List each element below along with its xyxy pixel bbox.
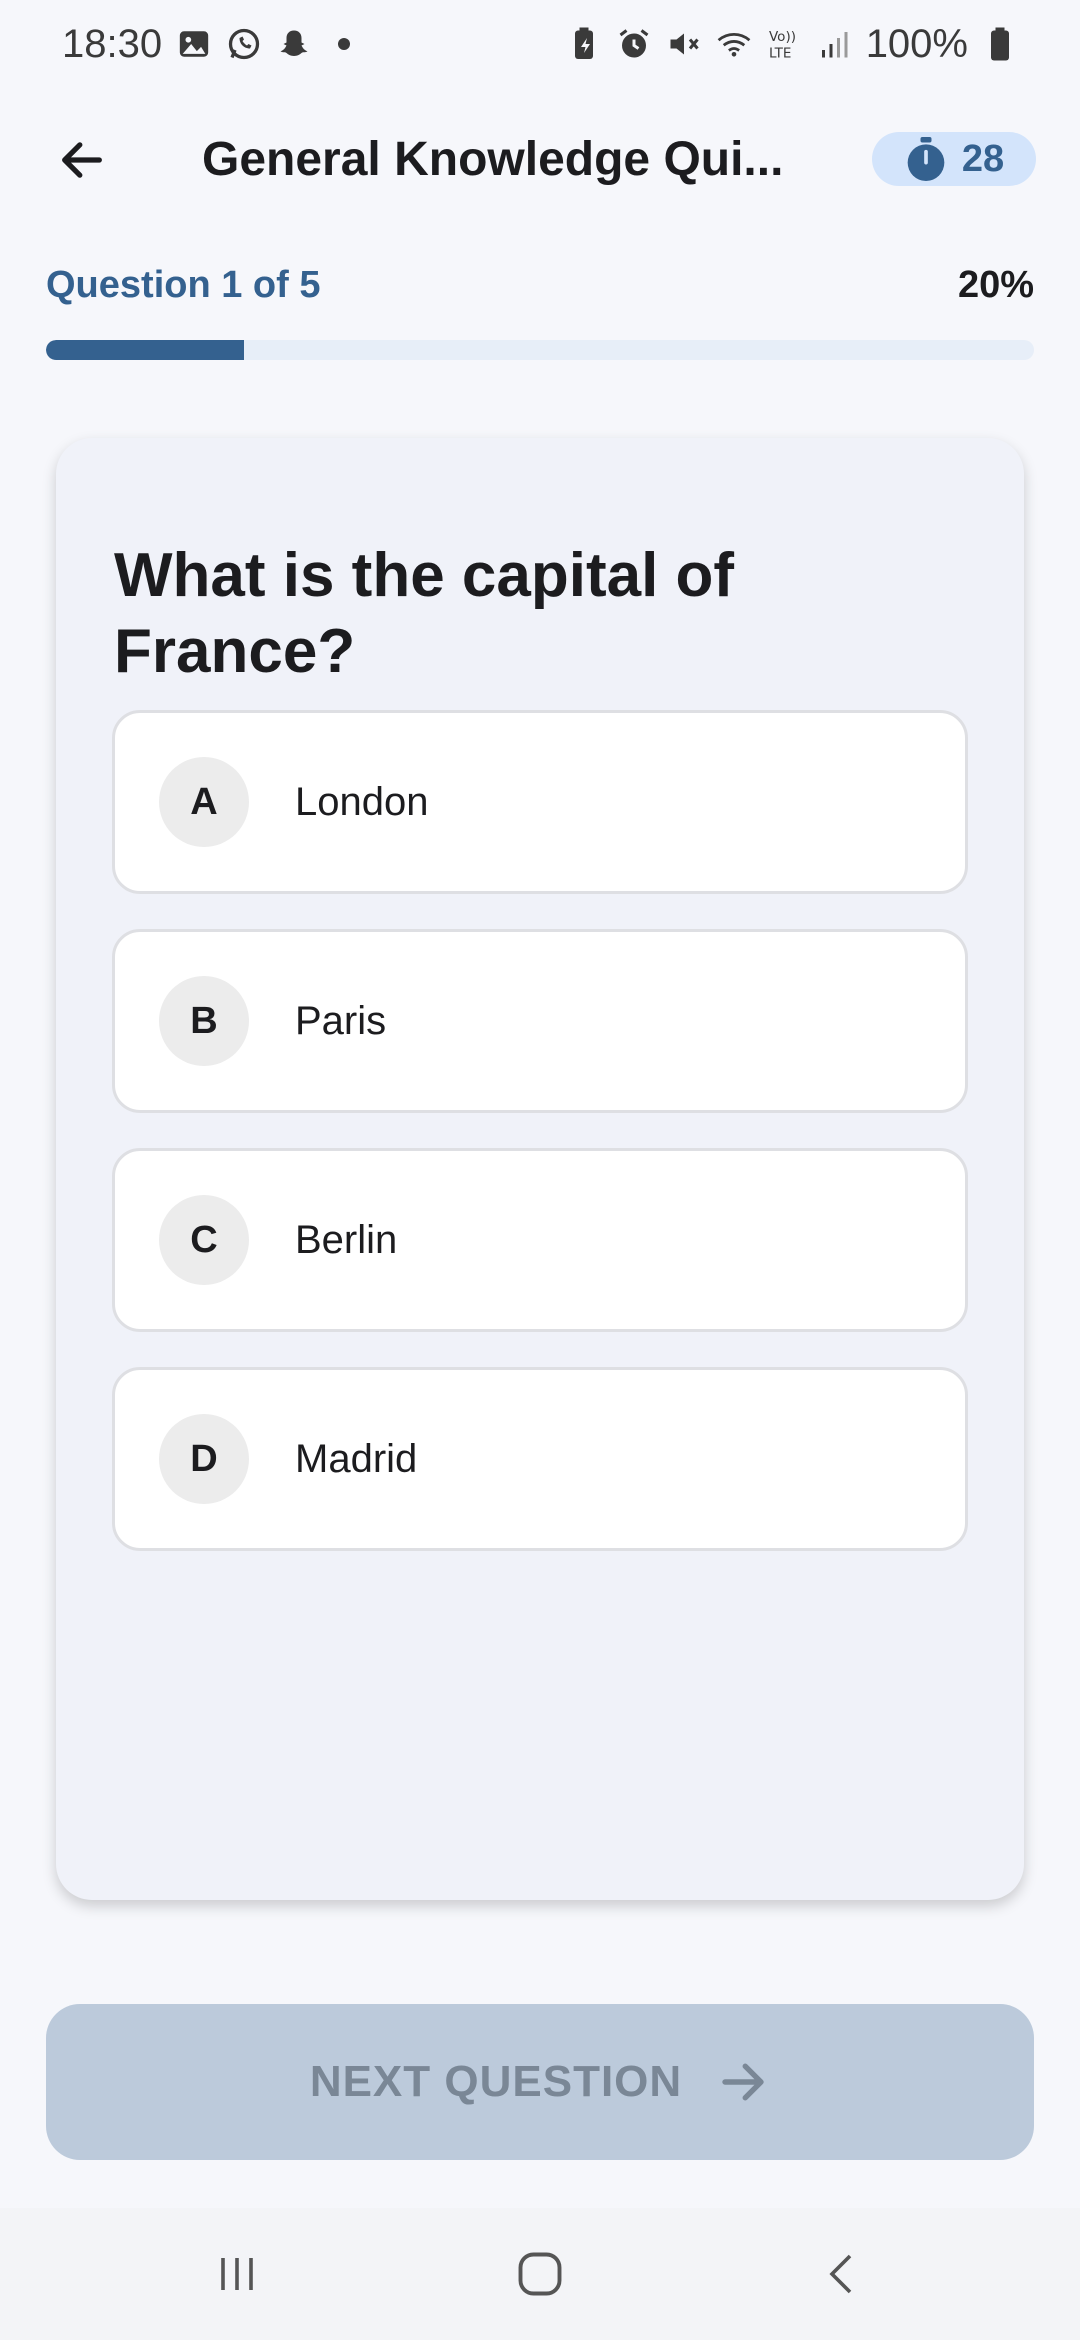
home-button[interactable] <box>510 2244 570 2304</box>
arrow-right-icon <box>722 2063 764 2101</box>
progress-bar <box>46 340 1034 360</box>
mute-icon <box>666 26 702 62</box>
answer-options: A London B Paris C Berlin D Madrid <box>112 710 968 1586</box>
timer-value: 28 <box>961 137 1005 180</box>
question-progress-label: Question 1 of 5 <box>46 264 321 306</box>
notification-dot <box>338 38 351 50</box>
wifi-icon <box>716 26 752 62</box>
system-back-button[interactable] <box>812 2244 872 2304</box>
option-text: London <box>295 779 429 824</box>
timer-badge: 28 <box>872 132 1036 186</box>
home-icon <box>518 2252 562 2296</box>
arrow-left-icon <box>62 142 102 178</box>
svg-text:LTE: LTE <box>769 46 791 62</box>
back-icon <box>829 2254 852 2294</box>
option-text: Paris <box>295 998 387 1043</box>
answer-option-b[interactable]: B Paris <box>112 929 968 1113</box>
answer-option-c[interactable]: C Berlin <box>112 1148 968 1332</box>
status-left: 18:30 <box>62 21 351 67</box>
battery-icon <box>982 26 1018 62</box>
whatsapp-icon <box>226 26 262 62</box>
question-card: What is the capital of France? A London … <box>56 438 1024 1900</box>
battery-percent: 100% <box>865 21 968 66</box>
alarm-icon <box>616 26 652 62</box>
question-text: What is the capital of France? <box>114 541 735 686</box>
recents-icon <box>221 2258 253 2290</box>
recents-button[interactable] <box>207 2244 267 2304</box>
status-time: 18:30 <box>62 21 163 66</box>
volte-icon: Vo)) LTE <box>766 26 802 62</box>
option-letter-badge: A <box>159 757 249 847</box>
status-right: Vo)) LTE 100% <box>566 22 1018 67</box>
top-app-bar: General Knowledge Qui... 28 <box>0 120 1080 200</box>
system-navigation-bar <box>0 2208 1080 2340</box>
signal-icon <box>816 26 852 62</box>
back-button[interactable] <box>46 124 118 196</box>
snapchat-icon <box>276 26 312 62</box>
option-letter-badge: B <box>159 976 249 1066</box>
option-text: Berlin <box>295 1217 398 1262</box>
progress-percent: 20% <box>957 264 1034 306</box>
quiz-title: General Knowledge Qui... <box>202 133 784 186</box>
stopwatch-icon <box>907 137 945 181</box>
answer-option-a[interactable]: A London <box>112 710 968 894</box>
gallery-icon <box>176 26 212 62</box>
progress-bar-fill <box>46 340 244 360</box>
next-question-label: NEXT QUESTION <box>309 2057 683 2106</box>
option-letter-badge: C <box>159 1195 249 1285</box>
svg-text:Vo)): Vo)) <box>769 29 796 45</box>
status-bar: 18:30 Vo)) LTE 100% <box>0 0 1080 88</box>
answer-option-d[interactable]: D Madrid <box>112 1367 968 1551</box>
option-text: Madrid <box>295 1436 418 1481</box>
quiz-screen: 18:30 Vo)) LTE 100% General Knowledge Qu… <box>0 0 1080 2340</box>
battery-saver-icon <box>566 26 602 62</box>
option-letter-badge: D <box>159 1414 249 1504</box>
next-question-button[interactable]: NEXT QUESTION <box>46 2004 1034 2160</box>
